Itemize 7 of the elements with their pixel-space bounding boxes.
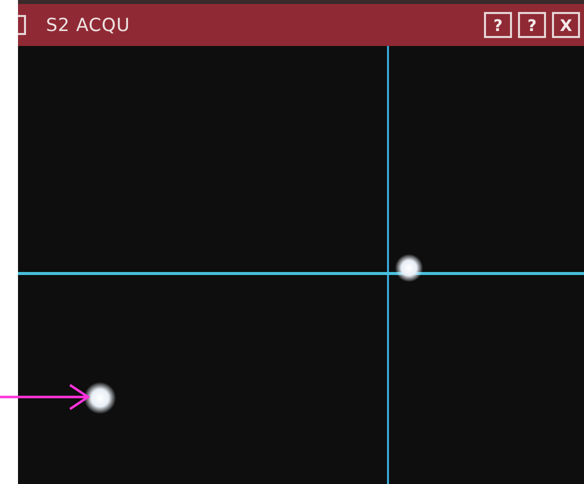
help-button[interactable]: ? (518, 12, 546, 38)
window-menu-icon[interactable] (18, 15, 26, 35)
star-spot (395, 254, 423, 282)
window-title: S2 ACQU (46, 14, 132, 36)
star-spot (84, 382, 116, 414)
close-button[interactable]: X (552, 12, 580, 38)
help-button[interactable]: ? (484, 12, 512, 38)
